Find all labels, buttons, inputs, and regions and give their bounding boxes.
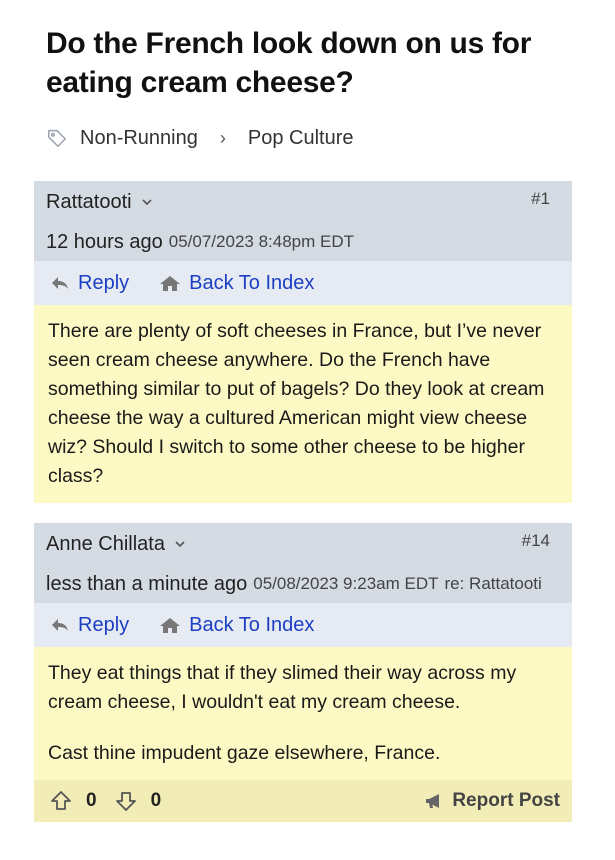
- post-actions: Reply Back To Index: [34, 603, 572, 647]
- author-name[interactable]: Anne Chillata: [46, 533, 165, 556]
- post-paragraph: They eat things that if they slimed thei…: [48, 662, 517, 713]
- post-header: Anne Chillata #14 less than a minute ago…: [34, 523, 572, 603]
- timestamp: 05/08/2023 9:23am EDT: [253, 574, 439, 593]
- post-1: Rattatooti #1 12 hours ago 05/07/2023 8:…: [34, 181, 572, 503]
- post-footer: 0 0 Report Post: [34, 780, 572, 822]
- chevron-down-icon[interactable]: [173, 537, 187, 551]
- upvote-icon[interactable]: [50, 790, 72, 812]
- breadcrumb-category[interactable]: Non-Running: [80, 127, 198, 150]
- downvote-icon[interactable]: [115, 790, 137, 812]
- report-post-label: Report Post: [452, 790, 560, 811]
- post-14: Anne Chillata #14 less than a minute ago…: [34, 523, 572, 822]
- back-to-index-button[interactable]: Back To Index: [159, 614, 314, 637]
- reply-button[interactable]: Reply: [50, 614, 129, 637]
- relative-time: 12 hours ago: [46, 230, 163, 253]
- megaphone-icon: [426, 794, 440, 808]
- home-icon: [160, 276, 181, 291]
- report-post-button[interactable]: Report Post: [424, 780, 560, 822]
- post-body: They eat things that if they slimed thei…: [34, 647, 572, 780]
- tag-icon: [46, 127, 68, 149]
- post-number[interactable]: #1: [531, 189, 550, 209]
- post-paragraph: Cast thine impudent gaze elsewhere, Fran…: [48, 742, 441, 764]
- reply-label: Reply: [78, 271, 130, 294]
- reply-button[interactable]: Reply: [50, 272, 129, 295]
- post-header: Rattatooti #1 12 hours ago 05/07/2023 8:…: [34, 181, 572, 261]
- reply-icon: [52, 619, 68, 631]
- post-actions: Reply Back To Index: [34, 261, 572, 305]
- reply-to-link[interactable]: re: Rattatooti: [444, 574, 541, 594]
- post-number[interactable]: #14: [522, 531, 550, 551]
- back-to-index-label: Back To Index: [189, 613, 315, 636]
- breadcrumb-subcategory[interactable]: Pop Culture: [248, 127, 354, 150]
- reply-label: Reply: [78, 613, 130, 636]
- thread-title: Do the French look down on us for eating…: [46, 27, 532, 99]
- chevron-right-icon: ›: [219, 127, 226, 148]
- post-paragraph: There are plenty of soft cheeses in Fran…: [48, 320, 545, 487]
- back-to-index-label: Back To Index: [189, 271, 315, 294]
- back-to-index-button[interactable]: Back To Index: [159, 272, 314, 295]
- reply-icon: [52, 277, 68, 289]
- upvote-count: 0: [86, 790, 97, 811]
- timestamp: 05/07/2023 8:48pm EDT: [168, 232, 354, 251]
- breadcrumb: Non-Running › Pop Culture: [46, 124, 353, 152]
- chevron-down-icon[interactable]: [140, 195, 154, 209]
- home-icon: [160, 618, 181, 633]
- post-body: There are plenty of soft cheeses in Fran…: [34, 305, 572, 503]
- downvote-count: 0: [150, 790, 162, 811]
- author-name[interactable]: Rattatooti: [46, 191, 132, 214]
- relative-time: less than a minute ago: [46, 572, 248, 595]
